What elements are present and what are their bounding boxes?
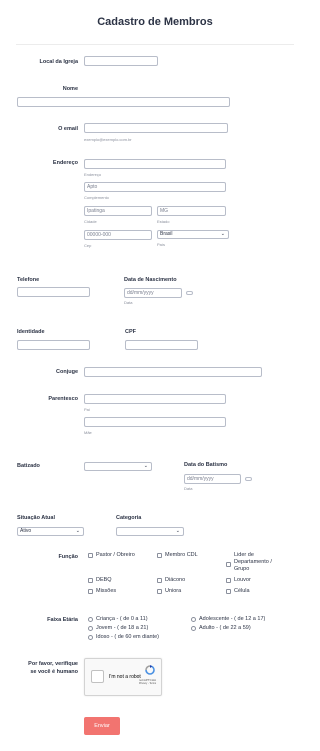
data-batismo-input[interactable]: dd/mm/yyyy — [184, 474, 241, 484]
chevron-down-icon: ⌄ — [143, 463, 148, 469]
nome-label: Nome — [62, 86, 78, 92]
radio-adulto[interactable] — [191, 626, 196, 631]
batizado-select[interactable]: ⌄ — [84, 462, 152, 471]
recaptcha-logo-icon — [145, 665, 155, 675]
chevron-down-icon: ⌄ — [75, 528, 80, 534]
cep-input[interactable]: 00000-000 — [84, 230, 152, 240]
chevron-down-icon: ⌄ — [220, 231, 225, 237]
nascimento-sub: Data — [124, 300, 133, 305]
data-batismo-label: Data do Batismo — [184, 462, 228, 468]
telefone-input[interactable] — [17, 287, 90, 297]
situacao-label: Situação Atual — [17, 515, 55, 521]
recaptcha-checkbox[interactable] — [91, 670, 104, 683]
email-label: O email — [58, 126, 78, 132]
checkbox-lider[interactable] — [226, 562, 231, 567]
checkbox-missoes[interactable] — [88, 589, 93, 594]
pais-value: Brasil — [160, 231, 173, 237]
nascimento-input[interactable]: dd/mm/yyyy — [124, 288, 182, 298]
email-input[interactable] — [84, 123, 228, 133]
radio-idoso[interactable] — [88, 635, 93, 640]
endereco-street-input[interactable] — [84, 159, 226, 169]
endereco-label: Endereço — [52, 160, 78, 166]
option-uniora: Uniora — [165, 588, 182, 594]
estado-input[interactable]: MG — [157, 206, 226, 216]
option-pastor: Pastor / Obreiro — [96, 552, 135, 558]
checkbox-celula[interactable] — [226, 589, 231, 594]
data-batismo-sub: Data — [184, 486, 193, 491]
option-membro-cdl: Membro CDL — [165, 552, 198, 558]
recaptcha-links[interactable]: Privacy - Terms — [139, 682, 156, 685]
telefone-label: Telefone — [17, 277, 40, 283]
option-debq: DEBQ — [96, 577, 112, 583]
funcao-label: Função — [58, 554, 78, 560]
radio-adolescente[interactable] — [191, 617, 196, 622]
option-diacono: Diácono — [165, 577, 186, 583]
parentesco-label: Parentesco — [48, 396, 78, 402]
option-idoso: Idoso - ( de 60 em diante) — [96, 634, 159, 640]
checkbox-membro-cdl[interactable] — [157, 553, 162, 558]
option-louvor: Louvor — [234, 577, 251, 583]
identidade-input[interactable] — [17, 340, 90, 350]
calendar-icon[interactable] — [245, 477, 252, 481]
option-adulto: Adulto - ( de 22 a 59) — [199, 625, 251, 631]
nome-input[interactable] — [17, 97, 230, 107]
situacao-value: Ativo — [20, 528, 32, 534]
conjuge-label: Conjuge — [56, 369, 78, 375]
cpf-input[interactable] — [125, 340, 198, 350]
cep-sub: Cep — [84, 243, 92, 248]
captcha-label-line1: Por favor, verifique — [28, 661, 78, 667]
option-lider: Lider de Departamento / Grupo — [234, 552, 272, 572]
complemento-input[interactable]: Apto — [84, 182, 226, 192]
email-hint: exemplo@exemplo.com.br — [84, 137, 132, 142]
checkbox-debq[interactable] — [88, 578, 93, 583]
form-title: Cadastro de Membros — [97, 16, 213, 28]
categoria-select[interactable]: ⌄ — [116, 527, 184, 536]
option-crianca: Criança - ( de 0 a 11) — [96, 616, 148, 622]
pai-input[interactable] — [84, 394, 226, 404]
nascimento-label: Data de Nascimento — [124, 277, 177, 283]
recaptcha-widget: I'm not a robot reCAPTCHA Privacy - Term… — [84, 658, 162, 696]
faixa-label: Faixa Etária — [47, 617, 78, 623]
option-adolescente: Adolescente - ( de 12 a 17) — [199, 616, 266, 622]
complemento-sub: Complemento — [84, 195, 109, 200]
pais-select[interactable]: Brasil ⌄ — [157, 230, 229, 239]
estado-sub: Estado — [157, 219, 170, 224]
mae-input[interactable] — [84, 417, 226, 427]
local-igreja-label: Local da Igreja — [39, 59, 78, 65]
checkbox-louvor[interactable] — [226, 578, 231, 583]
checkbox-diacono[interactable] — [157, 578, 162, 583]
endereco-street-sub: Endereço — [84, 172, 102, 177]
local-igreja-input[interactable] — [84, 56, 158, 66]
identidade-label: Identidade — [17, 329, 45, 335]
conjuge-input[interactable] — [84, 367, 262, 377]
cidade-sub: Cidade — [84, 219, 97, 224]
radio-crianca[interactable] — [88, 617, 93, 622]
pai-sub: Pai — [84, 407, 90, 412]
checkbox-uniora[interactable] — [157, 589, 162, 594]
batizado-label: Batizado — [17, 463, 40, 469]
option-missoes: Missões — [96, 588, 117, 594]
situacao-select[interactable]: Ativo ⌄ — [17, 527, 84, 536]
option-jovem: Jovem - ( de 18 a 21) — [96, 625, 149, 631]
categoria-label: Categoria — [116, 515, 142, 521]
calendar-icon[interactable] — [186, 291, 193, 295]
recaptcha-text: I'm not a robot — [109, 674, 141, 680]
checkbox-pastor[interactable] — [88, 553, 93, 558]
radio-jovem[interactable] — [88, 626, 93, 631]
mae-sub: Mãe — [84, 430, 92, 435]
chevron-down-icon: ⌄ — [175, 528, 180, 534]
pais-sub: País — [157, 242, 166, 247]
divider — [16, 44, 294, 45]
cpf-label: CPF — [125, 329, 136, 335]
captcha-label-line2: se você é humano — [30, 669, 78, 675]
option-celula: Célula — [234, 588, 250, 594]
cidade-input[interactable]: Ipatinga — [84, 206, 152, 216]
submit-button[interactable]: Enviar — [84, 717, 120, 735]
